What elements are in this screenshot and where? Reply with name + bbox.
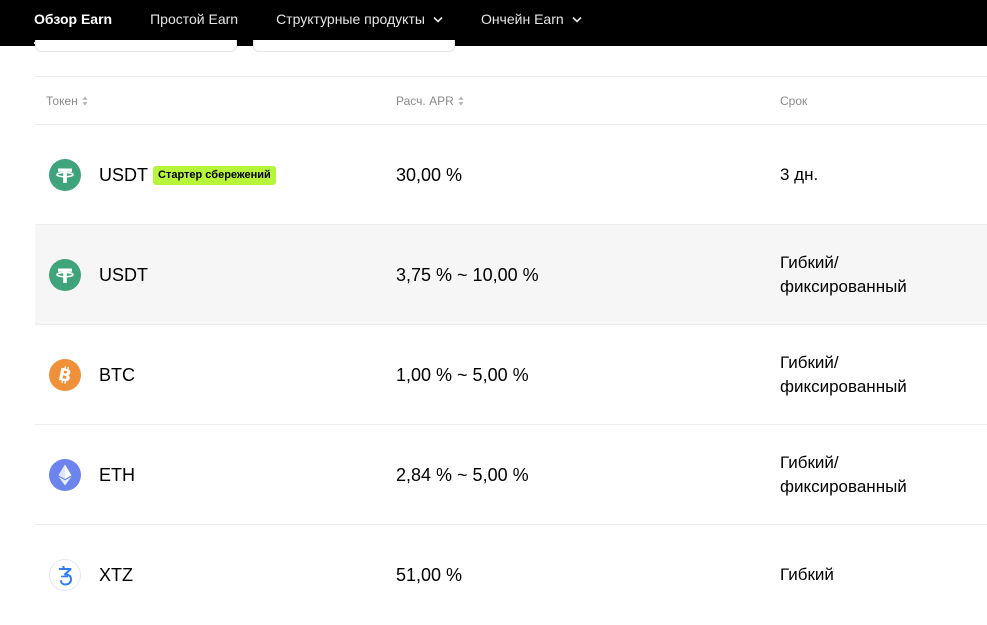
term-text: фиксированный <box>780 477 907 496</box>
column-header-term: Срок <box>780 94 807 108</box>
term-text: фиксированный <box>780 377 907 396</box>
apr-value: 30,00 % <box>396 165 463 185</box>
table-row[interactable]: B BTC 1,00 % ~ 5,00 % Гибкий/ фиксирован… <box>35 325 987 425</box>
token-name: ETH <box>99 465 135 485</box>
token-name: USDT <box>99 265 148 285</box>
term-value: Гибкий/ фиксированный <box>780 451 980 499</box>
token-name: USDT <box>99 165 148 185</box>
term-text: Гибкий <box>780 565 834 584</box>
filter-dropdown[interactable] <box>253 40 455 52</box>
tab-onchain-earn[interactable]: Ончейн Earn <box>481 0 582 38</box>
tab-label: Простой Earn <box>150 11 239 27</box>
term-value: 3 дн. <box>780 163 980 187</box>
apr-value: 1,00 % ~ 5,00 % <box>396 365 529 385</box>
column-header-token[interactable]: Токен <box>46 94 88 108</box>
tab-label: Структурные продукты <box>276 11 425 27</box>
tab-earn-overview[interactable]: Обзор Earn <box>34 0 113 44</box>
tab-label: Обзор Earn <box>34 11 113 27</box>
table-row[interactable]: ETH 2,84 % ~ 5,00 % Гибкий/ фиксированны… <box>35 425 987 525</box>
term-value: Гибкий/ фиксированный <box>780 351 980 399</box>
eth-icon <box>49 459 81 491</box>
term-text: Гибкий/ <box>780 253 839 272</box>
sort-icon <box>82 96 88 106</box>
term-value: Гибкий/ фиксированный <box>780 251 980 299</box>
term-text: фиксированный <box>780 277 907 296</box>
xtz-icon <box>49 559 81 591</box>
usdt-icon <box>49 159 81 191</box>
sort-icon <box>458 96 464 106</box>
filter-dropdown[interactable] <box>35 40 237 52</box>
table-row[interactable]: XTZ 51,00 % Гибкий <box>35 525 987 625</box>
term-text: Гибкий/ <box>780 453 839 472</box>
column-header-apr[interactable]: Расч. APR <box>396 94 464 108</box>
apr-value: 51,00 % <box>396 565 463 585</box>
term-text: 3 дн. <box>780 165 819 184</box>
apr-value: 2,84 % ~ 5,00 % <box>396 465 529 485</box>
savings-starter-badge: Стартер сбережений <box>153 166 276 185</box>
apr-value: 3,75 % ~ 10,00 % <box>396 265 539 285</box>
chevron-down-icon <box>433 16 443 23</box>
term-value: Гибкий <box>780 563 980 587</box>
table-header: Токен Расч. APR Срок <box>35 76 987 125</box>
usdt-icon <box>49 259 81 291</box>
column-header-label: Расч. APR <box>396 93 454 108</box>
tab-simple-earn[interactable]: Простой Earn <box>150 0 238 38</box>
column-header-label: Срок <box>780 93 808 108</box>
chevron-down-icon <box>572 16 582 23</box>
table-row[interactable]: USDT Стартер сбережений 30,00 % 3 дн. <box>35 125 987 225</box>
column-header-label: Токен <box>46 93 78 108</box>
tab-label: Ончейн Earn <box>480 11 564 27</box>
token-name: BTC <box>99 365 135 385</box>
tab-structured-products[interactable]: Структурные продукты <box>276 0 443 38</box>
term-text: Гибкий/ <box>780 353 839 372</box>
btc-icon: B <box>49 359 81 391</box>
earn-products-table: Токен Расч. APR Срок USDT Стартер сбереж… <box>35 76 987 625</box>
token-name: XTZ <box>99 565 133 585</box>
table-row[interactable]: USDT 3,75 % ~ 10,00 % Гибкий/ фиксирован… <box>35 225 987 325</box>
